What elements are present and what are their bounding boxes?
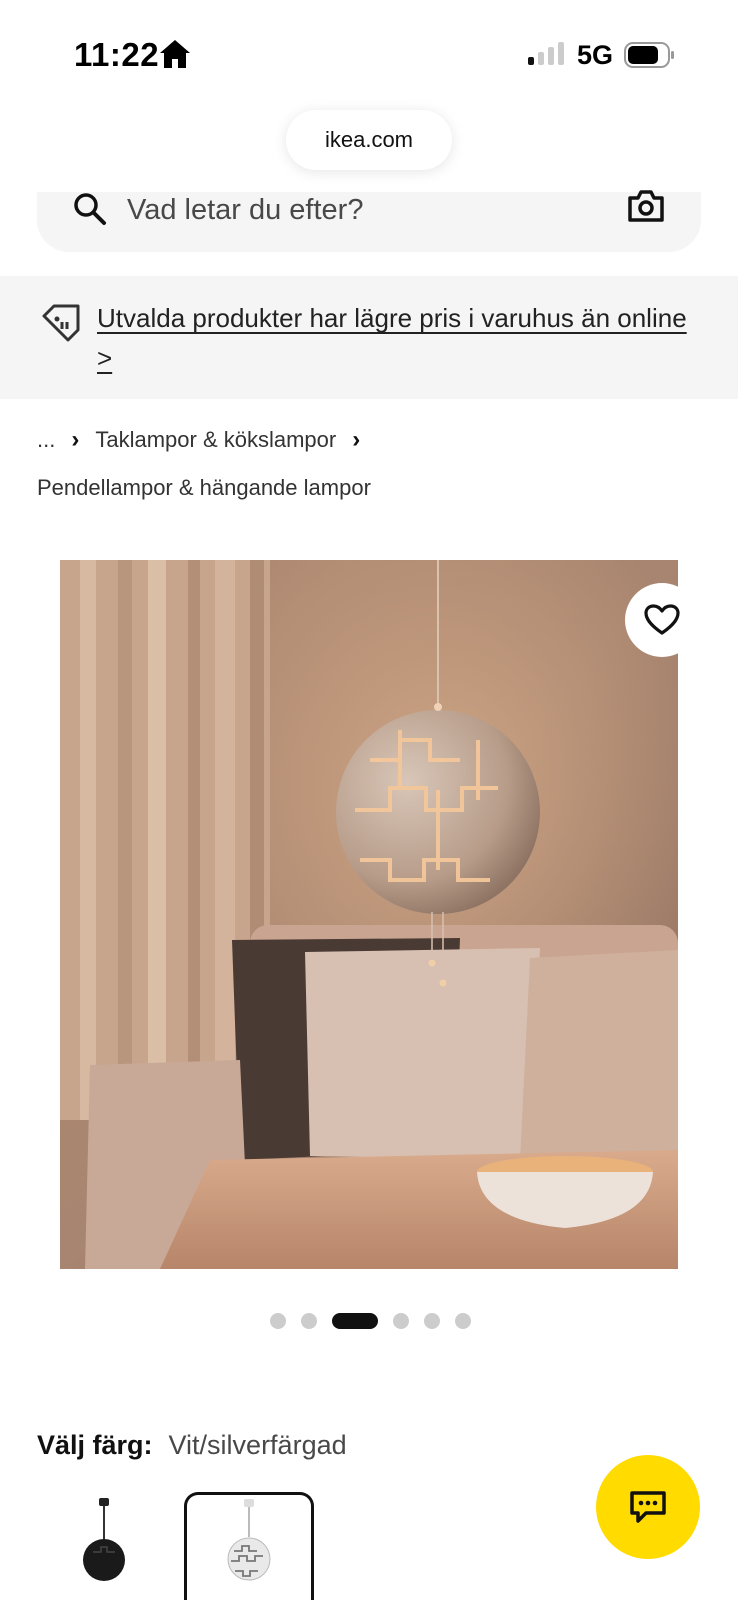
breadcrumb-ellipsis[interactable]: ... (37, 428, 55, 452)
favorite-button[interactable] (625, 583, 699, 657)
price-tag-icon (42, 304, 80, 342)
search-input[interactable] (127, 190, 597, 230)
cellular-signal-icon (528, 42, 564, 65)
carousel-dot-active[interactable] (332, 1313, 378, 1329)
home-icon (160, 40, 190, 68)
heart-icon (644, 604, 680, 635)
breadcrumb-item-ceiling-lamps[interactable]: Taklampor & kökslampor (95, 428, 336, 452)
carousel-dot[interactable] (424, 1313, 440, 1329)
url-text: ikea.com (324, 127, 414, 152)
url-bar[interactable]: ikea.com (286, 110, 452, 170)
chat-button[interactable] (596, 1455, 700, 1559)
chevron-right-icon: › (352, 426, 361, 453)
breadcrumb: ... › Taklampor & kökslampor › Pendellam… (37, 420, 697, 500)
carousel-indicator (270, 1313, 471, 1329)
network-type: 5G (577, 40, 614, 70)
carousel-dot[interactable] (301, 1313, 317, 1329)
color-selector-header: Välj färg: Vit/silverfärgad (37, 1430, 347, 1461)
color-label: Välj färg: (37, 1430, 153, 1460)
product-image[interactable] (60, 560, 678, 1269)
carousel-dot[interactable] (270, 1313, 286, 1329)
promo-link[interactable]: Utvalda produkter har lägre pris i varuh… (97, 298, 697, 378)
color-swatch-white-silver[interactable] (184, 1492, 314, 1600)
chat-icon (630, 1491, 666, 1523)
breadcrumb-item-pendant-lamps[interactable]: Pendellampor & hängande lampor (37, 476, 371, 500)
camera-icon[interactable] (627, 189, 665, 223)
status-bar: 11:22 5G (0, 0, 738, 100)
color-value: Vit/silverfärgad (168, 1430, 347, 1460)
color-swatch-black[interactable] (38, 1492, 168, 1600)
carousel-dot[interactable] (455, 1313, 471, 1329)
status-time: 11:22 (74, 36, 160, 73)
promo-banner: Utvalda produkter har lägre pris i varuh… (0, 276, 738, 399)
carousel-dot[interactable] (393, 1313, 409, 1329)
search-icon (74, 193, 106, 225)
chevron-right-icon: › (71, 426, 80, 453)
search-bar[interactable] (37, 189, 701, 252)
battery-icon (624, 42, 674, 68)
